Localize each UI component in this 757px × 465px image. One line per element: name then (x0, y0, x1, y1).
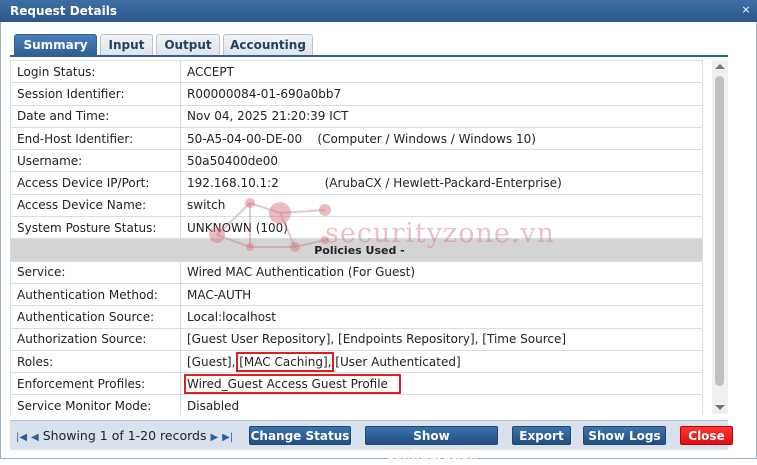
table-row: Date and Time: Nov 04, 2025 21:20:39 ICT (10, 104, 703, 128)
table-row: Authorization Source: [Guest User Reposit… (10, 327, 703, 351)
vertical-scrollbar[interactable] (712, 60, 728, 414)
last-page-icon[interactable]: ▶| (222, 432, 233, 443)
table-row: Access Device IP/Port: 192.168.10.1:2 (Ar… (10, 171, 703, 195)
row-key: Access Device Name: (10, 193, 181, 218)
close-icon[interactable]: × (739, 3, 753, 17)
row-value: [Guest User Repository], [Endpoints Repo… (180, 327, 703, 351)
details-table: Login Status: ACCEPT Session Identifier: R… (10, 60, 703, 414)
role-guest: [Guest], (187, 354, 236, 369)
enforcement-value: Wired_Guest Access Guest Profile (180, 372, 703, 396)
scroll-up-icon[interactable] (715, 64, 725, 69)
row-key: Roles: (10, 349, 181, 374)
table-row: Authentication Method: MAC-AUTH (10, 282, 703, 307)
scroll-thumb[interactable] (715, 76, 724, 386)
details-panel: Login Status: ACCEPT Session Identifier: R… (10, 60, 703, 414)
row-key: Service: (10, 260, 181, 284)
row-key: Date and Time: (10, 104, 181, 128)
table-row: Session Identifier: R00000084-01-690a0bb7 (10, 82, 703, 106)
row-key: System Posture Status: (10, 216, 181, 240)
tab-underline (10, 55, 728, 57)
row-value: 50-A5-04-00-DE-00 (Computer / Windows / … (180, 126, 703, 151)
row-key: Username: (10, 149, 181, 173)
show-configuration-button[interactable]: Show Configuration (365, 426, 498, 462)
roles-value: [Guest], [MAC Caching], [User Authentica… (180, 349, 703, 374)
table-row: End-Host Identifier: 50-A5-04-00-DE-00 (C… (10, 126, 703, 151)
row-key: Authentication Method: (10, 282, 181, 307)
tab-output[interactable]: Output (156, 34, 220, 55)
row-key: Authorization Source: (10, 327, 181, 351)
close-button[interactable]: Close (680, 426, 733, 445)
row-value: Local:localhost (180, 305, 703, 329)
row-value: 192.168.10.1:2 (ArubaCX / Hewlett-Packar… (180, 171, 703, 195)
change-status-button[interactable]: Change Status (249, 426, 351, 445)
window-title: Request Details (10, 4, 118, 18)
table-row: Service Monitor Mode: Disabled (10, 394, 703, 414)
row-value: ACCEPT (180, 60, 703, 84)
row-key: Service Monitor Mode: (10, 394, 181, 414)
row-key: Login Status: (10, 60, 181, 84)
pager: |◀ ◀ Showing 1 of 1-20 records ▶ ▶| (16, 428, 233, 443)
row-key: Session Identifier: (10, 82, 181, 106)
next-page-icon[interactable]: ▶ (210, 432, 218, 443)
row-value: Nov 04, 2025 21:20:39 ICT (180, 104, 703, 128)
enforcement-profile-highlight: Wired_Guest Access Guest Profile (184, 373, 401, 394)
table-row: Login Status: ACCEPT (10, 60, 703, 84)
table-row: Roles: [Guest], [MAC Caching], [User Aut… (10, 349, 703, 374)
row-key: Access Device IP/Port: (10, 171, 181, 195)
prev-page-icon[interactable]: ◀ (31, 432, 39, 443)
export-button[interactable]: Export (512, 426, 571, 445)
show-logs-button[interactable]: Show Logs (583, 426, 666, 445)
section-title: Policies Used - (10, 238, 703, 262)
row-value: Wired MAC Authentication (For Guest) (180, 260, 703, 284)
table-row: Service: Wired MAC Authentication (For Gu… (10, 260, 703, 284)
section-header: Policies Used - (10, 238, 703, 262)
role-mac-caching-highlight: [MAC Caching], (236, 351, 335, 372)
title-bar: Request Details × (0, 0, 757, 22)
table-row: Username: 50a50400de00 (10, 149, 703, 173)
row-key: Authentication Source: (10, 305, 181, 329)
row-value: switch (180, 193, 703, 218)
role-user-authenticated: [User Authenticated] (335, 354, 461, 369)
row-value: R00000084-01-690a0bb7 (180, 82, 703, 106)
table-row: Access Device Name: switch (10, 193, 703, 218)
table-row: Enforcement Profiles: Wired_Guest Access… (10, 372, 703, 396)
row-value: 50a50400de00 (180, 149, 703, 173)
row-value: Disabled (180, 394, 703, 414)
first-page-icon[interactable]: |◀ (16, 432, 27, 443)
row-value: UNKNOWN (100) (180, 216, 703, 240)
row-key: End-Host Identifier: (10, 126, 181, 151)
footer-bar: |◀ ◀ Showing 1 of 1-20 records ▶ ▶| Chan… (10, 420, 733, 462)
row-value: MAC-AUTH (180, 282, 703, 307)
pager-text: Showing 1 of 1-20 records (42, 428, 207, 443)
tab-accounting[interactable]: Accounting (223, 34, 313, 55)
scroll-down-icon[interactable] (715, 405, 725, 410)
row-key: Enforcement Profiles: (10, 372, 181, 396)
tab-input[interactable]: Input (100, 34, 153, 55)
table-row: Authentication Source: Local:localhost (10, 305, 703, 329)
table-row: System Posture Status: UNKNOWN (100) (10, 216, 703, 240)
tab-summary[interactable]: Summary (14, 34, 97, 55)
